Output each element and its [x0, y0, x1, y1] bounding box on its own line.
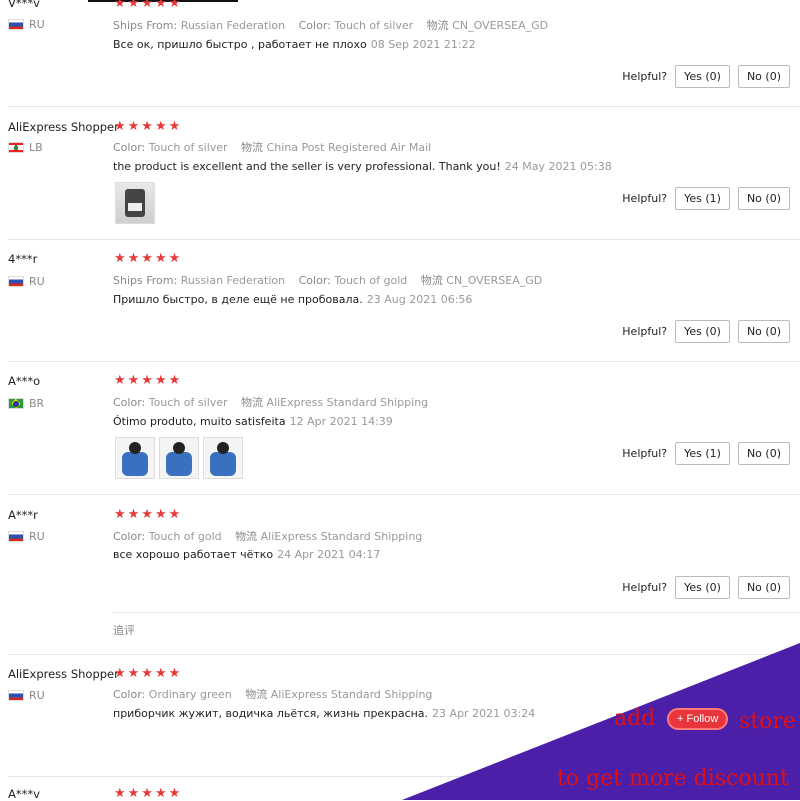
- helpful-label: Helpful?: [622, 447, 668, 460]
- review-text: приборчик жужит, водичка льётся, жизнь п…: [113, 707, 536, 720]
- helpful-controls: Helpful? Yes (0) No (0): [622, 65, 790, 88]
- review-text: Все ок, пришло быстро , работает не плох…: [113, 38, 476, 51]
- review-item: A***v ★★★★★: [0, 777, 800, 801]
- reviewer-name: V***v: [8, 0, 40, 10]
- helpful-yes-button[interactable]: Yes (0): [675, 65, 730, 88]
- helpful-yes-button[interactable]: Yes (1): [675, 442, 730, 465]
- review-attributes: Color: Touch of silver 物流 AliExpress Sta…: [113, 396, 429, 409]
- review-photo-thumbnail[interactable]: [159, 437, 199, 479]
- review-date: 23 Aug 2021 06:56: [366, 293, 473, 306]
- brazil-flag-icon: [8, 398, 24, 409]
- helpful-no-button[interactable]: No (0): [737, 320, 790, 343]
- reviewer-country: RU: [8, 18, 45, 31]
- review-date: 23 Apr 2021 03:24: [432, 707, 536, 720]
- review-photos: [115, 182, 155, 224]
- rating-stars: ★★★★★: [114, 251, 183, 266]
- followup-divider: [113, 612, 800, 613]
- rating-stars: ★★★★★: [114, 786, 183, 801]
- reviewer-country: BR: [8, 397, 44, 410]
- helpful-controls: Helpful? Yes (1) No (0): [622, 187, 790, 210]
- helpful-no-button[interactable]: No (0): [737, 576, 790, 599]
- review-item: A***o BR ★★★★★ Color: Touch of silver 物流…: [0, 362, 800, 495]
- review-text: все хорошо работает чётко 24 Apr 2021 04:…: [113, 548, 381, 561]
- reviewer-name: A***o: [8, 374, 41, 388]
- review-photo-thumbnail[interactable]: [203, 437, 243, 479]
- helpful-no-button[interactable]: No (0): [737, 442, 790, 465]
- helpful-label: Helpful?: [622, 325, 668, 338]
- helpful-controls: Helpful? Yes (0) No (0): [622, 576, 790, 599]
- russia-flag-icon: [8, 276, 24, 287]
- reviewer-name: AliExpress Shopper: [8, 120, 119, 134]
- review-photos: [115, 437, 243, 479]
- helpful-controls: Helpful? Yes (0) No (0): [622, 320, 790, 343]
- helpful-yes-button[interactable]: Yes (0): [675, 320, 730, 343]
- russia-flag-icon: [8, 19, 24, 30]
- helpful-label: Helpful?: [622, 581, 668, 594]
- helpful-no-button[interactable]: No (0): [737, 187, 790, 210]
- helpful-label: Helpful?: [622, 192, 668, 205]
- russia-flag-icon: [8, 531, 24, 542]
- rating-stars: ★★★★★: [114, 666, 183, 681]
- reviewer-country: LB: [8, 141, 43, 154]
- review-date: 24 May 2021 05:38: [504, 160, 612, 173]
- review-text: the product is excellent and the seller …: [113, 160, 612, 173]
- rating-stars: ★★★★★: [114, 119, 183, 134]
- helpful-no-button[interactable]: No (0): [737, 65, 790, 88]
- reviewer-name: A***r: [8, 508, 38, 522]
- rating-stars: ★★★★★: [114, 0, 183, 11]
- review-photo-thumbnail[interactable]: [115, 182, 155, 224]
- review-item: V***v RU ★★★★★ Ships From: Russian Feder…: [0, 0, 800, 107]
- helpful-yes-button[interactable]: Yes (1): [675, 187, 730, 210]
- followup-label: 追评: [113, 624, 135, 637]
- review-item: AliExpress Shopper LB ★★★★★ Color: Touch…: [0, 107, 800, 240]
- russia-flag-icon: [8, 690, 24, 701]
- review-date: 12 Apr 2021 14:39: [289, 415, 393, 428]
- lebanon-flag-icon: [8, 142, 24, 153]
- review-item: 4***r RU ★★★★★ Ships From: Russian Feder…: [0, 240, 800, 362]
- review-text: Пришло быстро, в деле ещё не пробовала. 2…: [113, 293, 473, 306]
- review-attributes: Color: Ordinary green 物流 AliExpress Stan…: [113, 688, 433, 701]
- review-attributes: Ships From: Russian Federation Color: To…: [113, 19, 549, 32]
- review-attributes: Color: Touch of gold 物流 AliExpress Stand…: [113, 530, 423, 543]
- review-attributes: Ships From: Russian Federation Color: To…: [113, 274, 543, 287]
- rating-stars: ★★★★★: [114, 507, 183, 522]
- review-date: 08 Sep 2021 21:22: [370, 38, 476, 51]
- reviewer-country: RU: [8, 530, 45, 543]
- reviewer-name: AliExpress Shopper: [8, 667, 119, 681]
- reviewer-country: RU: [8, 275, 45, 288]
- reviewer-name: 4***r: [8, 252, 38, 266]
- reviewer-name: A***v: [8, 787, 40, 801]
- reviewer-country: RU: [8, 689, 45, 702]
- follow-store-button[interactable]: + Follow: [669, 710, 727, 728]
- review-date: 24 Apr 2021 04:17: [277, 548, 381, 561]
- helpful-controls: Helpful? Yes (1) No (0): [622, 442, 790, 465]
- review-photo-thumbnail[interactable]: [115, 437, 155, 479]
- review-attributes: Color: Touch of silver 物流 China Post Reg…: [113, 141, 432, 154]
- helpful-yes-button[interactable]: Yes (0): [675, 576, 730, 599]
- rating-stars: ★★★★★: [114, 373, 183, 388]
- helpful-label: Helpful?: [622, 70, 668, 83]
- review-text: Ótimo produto, muito satisfeita 12 Apr 20…: [113, 415, 393, 428]
